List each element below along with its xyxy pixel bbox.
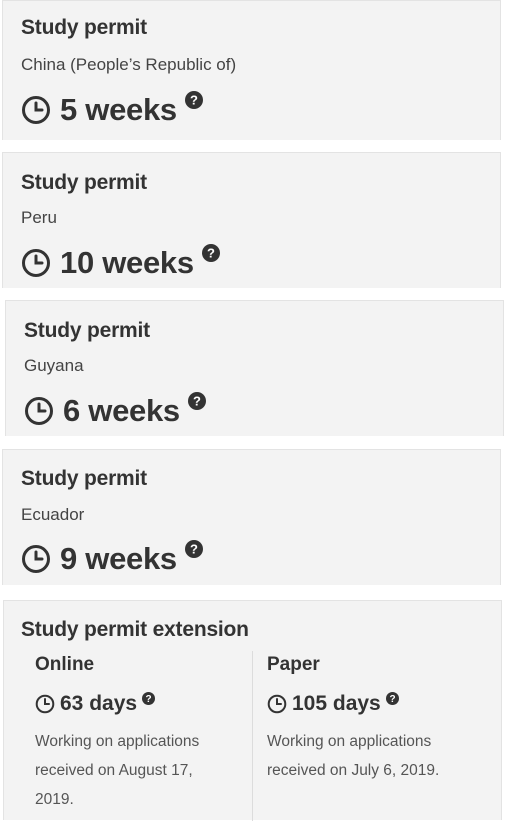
note-line: received on July 6, 2019. — [267, 762, 440, 779]
help-icon[interactable]: ? — [385, 691, 399, 705]
processing-card-guyana: Study permit Guyana 6 weeks ? — [5, 300, 504, 436]
note-line: Working on applications — [35, 733, 200, 750]
paper-note: Working on applications received on July… — [267, 727, 439, 785]
card-country: Guyana — [24, 356, 84, 375]
processing-time: 6 weeks ? — [24, 392, 206, 429]
time-value: 10 weeks — [60, 245, 194, 280]
time-value: 9 weeks — [60, 541, 177, 576]
processing-card-china: Study permit China (People’s Republic of… — [2, 0, 501, 140]
card-title: Study permit — [21, 171, 147, 194]
processing-card-ecuador: Study permit Ecuador 9 weeks ? — [2, 449, 501, 585]
clock-icon — [35, 694, 55, 714]
card-country: Peru — [21, 208, 57, 227]
svg-text:?: ? — [146, 694, 152, 705]
time-value: 6 weeks — [63, 393, 180, 428]
svg-text:?: ? — [389, 694, 395, 705]
time-value: 63 days — [60, 692, 138, 715]
card-title: Study permit extension — [21, 618, 249, 641]
online-processing-time: 63 days ? — [35, 691, 156, 716]
clock-icon — [22, 249, 50, 277]
paper-label: Paper — [267, 654, 320, 675]
help-icon[interactable]: ? — [184, 540, 203, 558]
card-title: Study permit — [21, 467, 147, 490]
processing-card-peru: Study permit Peru 10 weeks ? — [2, 152, 501, 288]
help-icon[interactable]: ? — [142, 691, 156, 705]
svg-text:?: ? — [190, 93, 198, 108]
help-icon[interactable]: ? — [201, 244, 220, 262]
note-line: 2019. — [35, 791, 74, 808]
help-icon[interactable]: ? — [187, 392, 206, 410]
processing-time: 10 weeks ? — [21, 244, 220, 281]
time-value: 105 days — [292, 692, 381, 715]
card-country: Ecuador — [21, 505, 85, 524]
processing-card-extension: Study permit extension Online 63 days ? … — [3, 600, 502, 821]
time-value: 5 weeks — [60, 92, 177, 127]
card-country: China (People’s Republic of) — [21, 55, 237, 74]
column-divider — [252, 651, 253, 821]
clock-icon — [25, 397, 53, 425]
svg-text:?: ? — [193, 394, 201, 409]
online-label: Online — [35, 654, 95, 675]
svg-text:?: ? — [190, 542, 198, 557]
svg-text:?: ? — [207, 246, 215, 261]
card-title: Study permit — [24, 319, 150, 342]
clock-icon — [22, 96, 50, 124]
paper-processing-time: 105 days ? — [267, 691, 399, 716]
clock-icon — [267, 694, 287, 714]
online-note: Working on applications received on Augu… — [35, 727, 199, 814]
clock-icon — [22, 545, 50, 573]
processing-time: 5 weeks ? — [21, 91, 203, 128]
note-line: received on August 17, — [35, 762, 193, 779]
help-icon[interactable]: ? — [184, 91, 203, 109]
card-title: Study permit — [21, 16, 147, 39]
note-line: Working on applications — [267, 733, 432, 750]
processing-time: 9 weeks ? — [21, 540, 203, 577]
